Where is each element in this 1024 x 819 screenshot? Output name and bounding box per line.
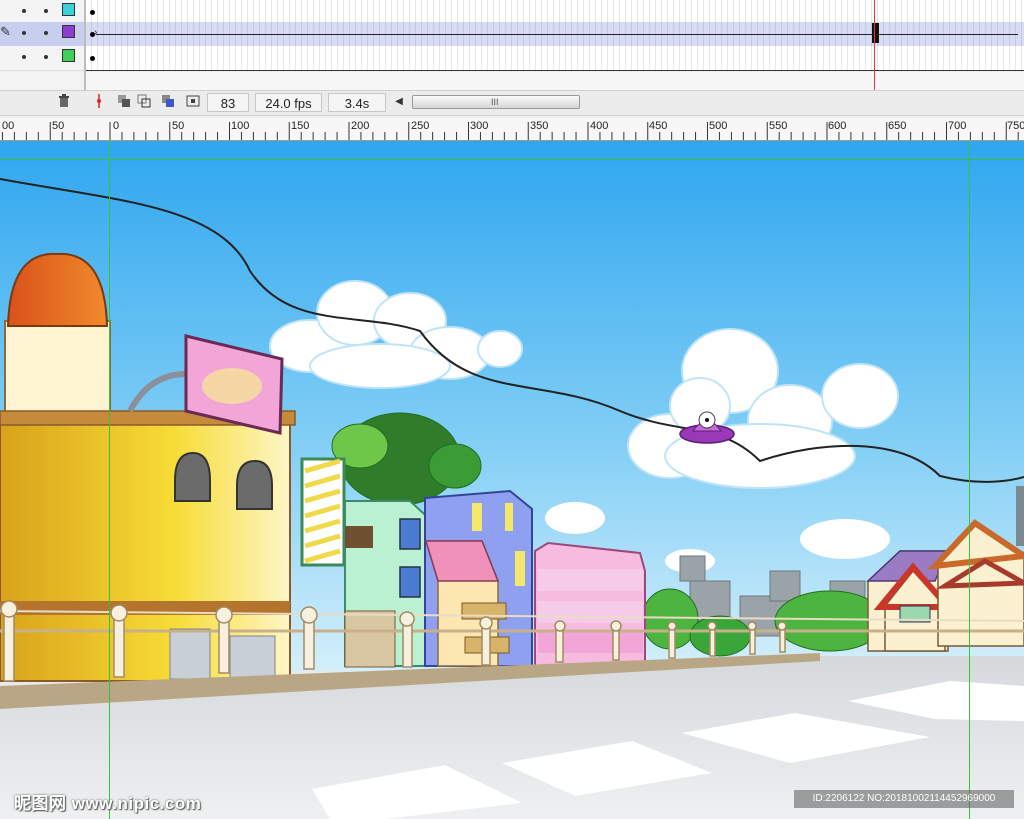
layer-controls[interactable]: ✎: [0, 22, 84, 47]
stage-canvas[interactable]: [0, 141, 1024, 819]
ruler-label: 500: [709, 120, 728, 132]
ruler-label: 300: [470, 120, 489, 132]
trash-icon[interactable]: [56, 94, 72, 110]
ruler-label: 400: [590, 120, 609, 132]
ruler-label: 450: [649, 120, 668, 132]
frame-rate-field[interactable]: 24.0 fps: [255, 93, 322, 112]
layer-frames[interactable]: ›: [86, 22, 1024, 47]
ruler-label: 550: [769, 120, 788, 132]
ruler-label: 0: [113, 120, 120, 132]
ruler-label: 00: [2, 120, 15, 132]
timeline-empty-area: [0, 72, 1024, 90]
stage-scene: [0, 141, 1024, 819]
pink-stack-building: [534, 541, 646, 667]
horizontal-ruler[interactable]: 00 50 0 50 100 150 200 250 300 350 400 4…: [0, 118, 1024, 141]
ruler-label: 250: [411, 120, 430, 132]
pencil-icon: ✎: [0, 24, 11, 39]
striped-pillar: [300, 457, 346, 567]
lock-dot[interactable]: [44, 9, 48, 13]
timeline-status-bar: 83 24.0 fps 3.4s ◀ III: [0, 90, 1024, 116]
outline-color-swatch[interactable]: [62, 25, 75, 38]
ruler-label: 600: [828, 120, 847, 132]
center-frame-icon[interactable]: [91, 94, 107, 110]
layer-row-2[interactable]: ✎ ›: [0, 22, 1024, 47]
horizontal-guide-top[interactable]: [0, 159, 1024, 160]
onion-skin-outlines-icon[interactable]: [136, 94, 152, 110]
ruler-label: 700: [948, 120, 967, 132]
keyframe[interactable]: [90, 56, 95, 61]
layer-frames[interactable]: [86, 46, 1024, 71]
scrollbar-thumb[interactable]: III: [412, 95, 580, 109]
ruler-label: 750: [1007, 120, 1024, 132]
visibility-dot[interactable]: [22, 31, 26, 35]
timeline-panel: ✎ › 83 24.0 fps 3.4s ◀ III: [0, 0, 1024, 118]
layer-controls[interactable]: [0, 46, 84, 71]
outline-color-swatch[interactable]: [62, 3, 75, 16]
watermark-id: ID:2206122 NO:20181002114452969000: [794, 790, 1014, 808]
timeline-divider[interactable]: [84, 0, 86, 92]
edit-multiple-frames-icon[interactable]: [160, 94, 176, 110]
modify-onion-markers-icon[interactable]: [185, 94, 201, 110]
ruler-labels: 00 50 0 50 100 150 200 250 300 350 400 4…: [0, 118, 1024, 140]
outline-color-swatch[interactable]: [62, 49, 75, 62]
timeline-horizontal-scrollbar[interactable]: ◀ III: [392, 94, 582, 110]
layer-row-1[interactable]: [0, 0, 1024, 25]
empty-frames: [86, 72, 1024, 90]
ruler-label: 150: [291, 120, 310, 132]
current-frame-field: 83: [207, 93, 249, 112]
ruler-label: 650: [888, 120, 907, 132]
visibility-dot[interactable]: [22, 9, 26, 13]
onion-skin-icon[interactable]: [116, 94, 132, 110]
motion-tween: [96, 34, 1018, 35]
tween-arrow-icon: ›: [94, 27, 98, 38]
playhead[interactable]: [874, 0, 875, 92]
lock-dot[interactable]: [44, 55, 48, 59]
visibility-dot[interactable]: [22, 55, 26, 59]
scroll-left-arrow-icon[interactable]: ◀: [392, 94, 406, 110]
layer-row-3[interactable]: [0, 46, 1024, 71]
vertical-guide-left[interactable]: [109, 141, 110, 819]
lock-dot[interactable]: [44, 31, 48, 35]
elapsed-time-field: 3.4s: [328, 93, 386, 112]
keyframe[interactable]: [90, 10, 95, 15]
ruler-label: 200: [351, 120, 370, 132]
watermark-site: 昵图网 www.nipic.com: [14, 794, 202, 813]
ruler-label: 100: [231, 120, 250, 132]
vertical-guide-right[interactable]: [969, 141, 970, 819]
scrollbar-grip-icon: III: [491, 97, 499, 107]
ruler-label: 50: [52, 120, 65, 132]
ruler-label: 350: [530, 120, 549, 132]
ruler-label: 50: [172, 120, 185, 132]
